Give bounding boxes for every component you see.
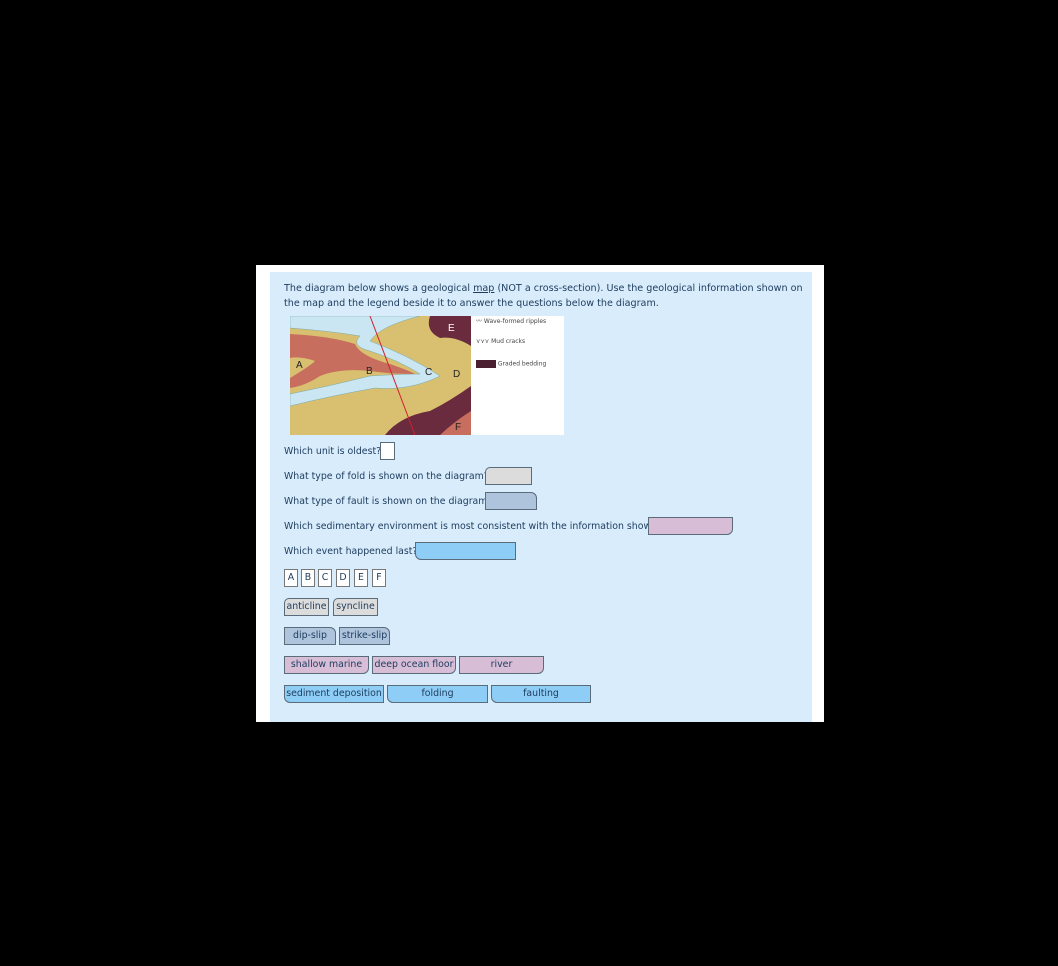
- map-link[interactable]: map: [473, 283, 494, 294]
- unit-label-c: C: [425, 367, 432, 378]
- option-river[interactable]: river: [459, 656, 544, 674]
- drop-zone-oldest[interactable]: [380, 442, 395, 460]
- unit-label-b: B: [366, 366, 373, 377]
- option-faulting[interactable]: faulting: [491, 685, 591, 703]
- option-folding[interactable]: folding: [387, 685, 488, 703]
- drop-zone-fold[interactable]: [485, 467, 532, 485]
- option-unit-b[interactable]: B: [301, 569, 315, 587]
- option-strike-slip[interactable]: strike-slip: [339, 627, 390, 645]
- option-unit-f[interactable]: F: [372, 569, 386, 587]
- option-unit-e[interactable]: E: [354, 569, 368, 587]
- question-environment: Which sedimentary environment is most co…: [284, 521, 663, 532]
- unit-label-a: A: [296, 360, 303, 371]
- question-panel: The diagram below shows a geological map…: [256, 265, 824, 722]
- option-unit-d[interactable]: D: [336, 569, 350, 587]
- geological-map: A B C D E F: [289, 315, 471, 436]
- option-dip-slip[interactable]: dip-slip: [284, 627, 336, 645]
- legend-ripples: 〰 Wave-formed ripples: [476, 318, 547, 325]
- drop-zone-environment[interactable]: [648, 517, 733, 535]
- legend-graded-bedding: Graded bedding: [476, 360, 546, 368]
- question-last-event: Which event happened last?: [284, 546, 418, 557]
- unit-label-d: D: [453, 369, 460, 380]
- unit-label-f: F: [455, 422, 461, 433]
- option-syncline[interactable]: syncline: [333, 598, 378, 616]
- option-unit-c[interactable]: C: [318, 569, 332, 587]
- question-fold: What type of fold is shown on the diagra…: [284, 471, 489, 482]
- question-content: The diagram below shows a geological map…: [270, 272, 812, 722]
- instructions: The diagram below shows a geological map…: [284, 283, 803, 309]
- unit-label-e: E: [448, 323, 455, 334]
- question-fault: What type of fault is shown on the diagr…: [284, 496, 493, 507]
- geological-map-figure: A B C D E F 〰 Wave-formed ripples ⋎⋎⋎ Mu…: [289, 315, 564, 436]
- drop-zone-fault[interactable]: [485, 492, 537, 510]
- drop-zone-last-event[interactable]: [415, 542, 516, 560]
- option-deep-ocean-floor[interactable]: deep ocean floor: [372, 656, 456, 674]
- legend-mudcracks: ⋎⋎⋎ Mud cracks: [476, 338, 526, 345]
- option-unit-a[interactable]: A: [284, 569, 298, 587]
- question-oldest: Which unit is oldest?: [284, 446, 382, 457]
- option-sediment-deposition[interactable]: sediment deposition: [284, 685, 384, 703]
- option-anticline[interactable]: anticline: [284, 598, 329, 616]
- option-shallow-marine[interactable]: shallow marine: [284, 656, 369, 674]
